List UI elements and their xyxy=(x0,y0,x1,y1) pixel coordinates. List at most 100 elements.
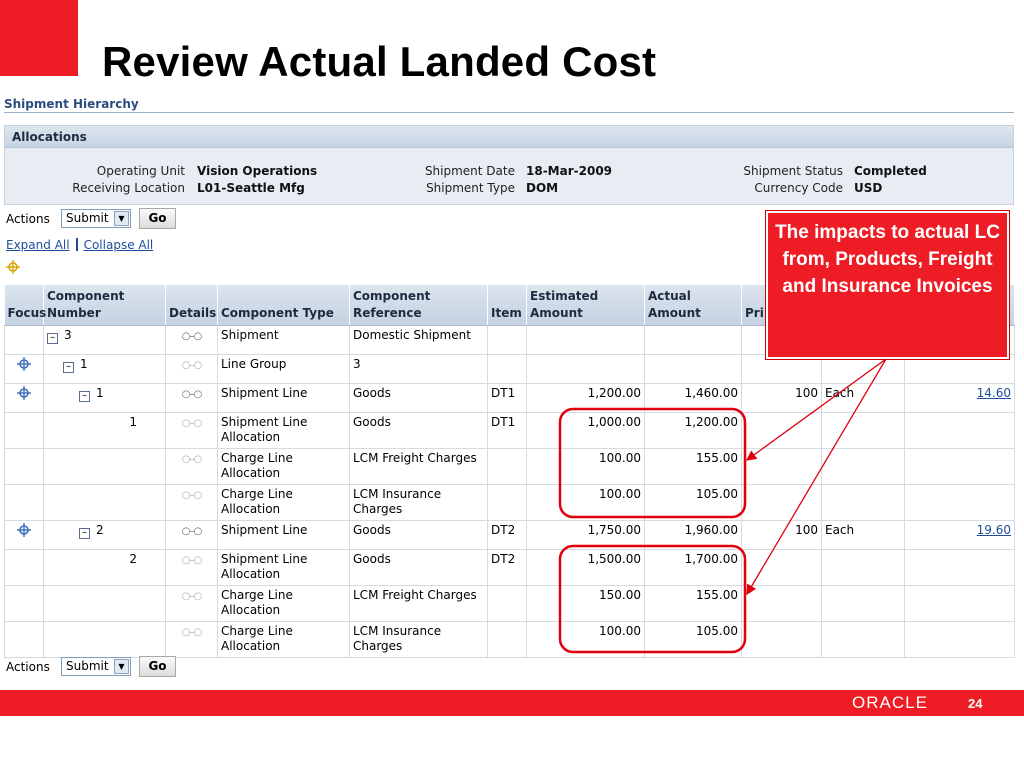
cell-details[interactable]: ○–○ xyxy=(165,620,218,658)
chevron-down-icon[interactable]: ▼ xyxy=(114,211,129,226)
minus-box-icon[interactable]: – xyxy=(63,361,74,373)
go-button[interactable]: Go xyxy=(139,656,176,677)
cell-actual-amount xyxy=(644,353,742,384)
cell-item xyxy=(487,584,527,622)
cell-unit-cost xyxy=(904,411,1015,449)
cell-uom xyxy=(821,584,905,622)
cell-component-number: –2 xyxy=(43,519,166,550)
cell-component-number xyxy=(43,620,166,658)
cell-details[interactable]: ○–○ xyxy=(165,324,218,355)
currency-code-label: Currency Code xyxy=(754,181,843,195)
table-row: –1 ○–○ Shipment Line Goods DT1 1,200.00 1,460.… xyxy=(4,382,1015,413)
cell-item xyxy=(487,324,527,355)
col-focus: Focus xyxy=(4,285,46,326)
cell-details[interactable]: ○–○ xyxy=(165,382,218,413)
cell-primary-qty xyxy=(741,584,822,622)
cell-focus xyxy=(4,620,44,658)
cell-focus xyxy=(4,411,44,449)
glasses-icon[interactable]: ○–○ xyxy=(182,454,202,465)
cell-item xyxy=(487,483,527,521)
slide-title: Review Actual Landed Cost xyxy=(102,38,657,85)
cell-details[interactable]: ○–○ xyxy=(165,548,218,586)
glasses-icon[interactable]: ○–○ xyxy=(182,627,202,638)
cell-component-reference: LCM Insurance Charges xyxy=(349,483,488,521)
cell-component-number xyxy=(43,584,166,622)
cell-estimated-amount: 100.00 xyxy=(526,483,645,521)
glasses-icon[interactable]: ○–○ xyxy=(182,360,202,371)
minus-box-icon[interactable]: – xyxy=(79,390,90,402)
cell-component-reference: LCM Insurance Charges xyxy=(349,620,488,658)
actions-select[interactable]: Submit ▼ xyxy=(61,209,131,228)
component-number-text: 1 xyxy=(80,356,88,371)
chevron-down-icon[interactable]: ▼ xyxy=(114,659,129,674)
operating-unit-value: Vision Operations xyxy=(197,164,318,178)
cell-focus xyxy=(4,324,44,355)
shipment-type-value: DOM xyxy=(526,181,559,195)
glasses-icon[interactable]: ○–○ xyxy=(182,331,202,342)
cell-component-reference: LCM Freight Charges xyxy=(349,447,488,485)
cell-details[interactable]: ○–○ xyxy=(165,519,218,550)
focus-crosshair-icon[interactable] xyxy=(17,522,31,537)
cell-focus xyxy=(4,353,44,384)
cell-component-number: 1 xyxy=(43,411,166,449)
shipment-type-label: Shipment Type xyxy=(426,181,515,195)
cell-details[interactable]: ○–○ xyxy=(165,353,218,384)
glasses-icon[interactable]: ○–○ xyxy=(182,389,202,400)
cell-item: DT2 xyxy=(487,519,527,550)
actions-label: Actions xyxy=(6,660,50,674)
minus-box-icon[interactable]: – xyxy=(47,332,58,344)
table-row: ○–○ Charge Line Allocation LCM Freight Cha… xyxy=(4,447,1015,485)
cell-component-type: Charge Line Allocation xyxy=(217,447,350,485)
cell-actual-amount: 1,960.00 xyxy=(644,519,742,550)
glasses-icon[interactable]: ○–○ xyxy=(182,526,202,537)
cell-component-reference: Goods xyxy=(349,519,488,550)
receiving-location-value: L01-Seattle Mfg xyxy=(197,181,305,195)
cell-component-type: Shipment Line xyxy=(217,382,350,413)
cell-item: DT2 xyxy=(487,548,527,586)
glasses-icon[interactable]: ○–○ xyxy=(182,591,202,602)
cell-details[interactable]: ○–○ xyxy=(165,483,218,521)
cell-primary-qty xyxy=(741,447,822,485)
cell-item xyxy=(487,447,527,485)
cell-component-number: –1 xyxy=(43,353,166,384)
expand-all-link[interactable]: Expand All xyxy=(6,238,70,252)
cell-uom: Each xyxy=(821,519,905,550)
glasses-icon[interactable]: ○–○ xyxy=(182,490,202,501)
cell-uom xyxy=(821,447,905,485)
cell-details[interactable]: ○–○ xyxy=(165,584,218,622)
breadcrumb-shipment-hierarchy[interactable]: Shipment Hierarchy xyxy=(4,97,139,111)
cell-unit-cost[interactable]: 14.60 xyxy=(904,382,1015,413)
focus-crosshair-icon[interactable] xyxy=(17,385,31,400)
glasses-icon[interactable]: ○–○ xyxy=(182,555,202,566)
cell-component-reference: Goods xyxy=(349,382,488,413)
cell-details[interactable]: ○–○ xyxy=(165,447,218,485)
cell-component-number xyxy=(43,483,166,521)
unit-cost-link[interactable]: 19.60 xyxy=(977,523,1011,537)
component-number-text: 3 xyxy=(64,327,72,342)
focus-crosshair-icon[interactable] xyxy=(6,260,20,274)
cell-component-reference: Goods xyxy=(349,411,488,449)
currency-code-value: USD xyxy=(854,181,883,195)
cell-component-number: 2 xyxy=(43,548,166,586)
cell-unit-cost[interactable]: 19.60 xyxy=(904,519,1015,550)
component-number-text: 1 xyxy=(96,385,104,400)
cell-component-reference: Domestic Shipment xyxy=(349,324,488,355)
unit-cost-link[interactable]: 14.60 xyxy=(977,386,1011,400)
cell-item: DT1 xyxy=(487,382,527,413)
cell-details[interactable]: ○–○ xyxy=(165,411,218,449)
cell-component-number xyxy=(43,447,166,485)
cell-estimated-amount: 100.00 xyxy=(526,620,645,658)
cell-component-type: Charge Line Allocation xyxy=(217,483,350,521)
go-button[interactable]: Go xyxy=(139,208,176,229)
focus-crosshair-icon[interactable] xyxy=(17,356,31,371)
cell-estimated-amount: 1,000.00 xyxy=(526,411,645,449)
glasses-icon[interactable]: ○–○ xyxy=(182,418,202,429)
actions-select[interactable]: Submit ▼ xyxy=(61,657,131,676)
minus-box-icon[interactable]: – xyxy=(79,527,90,539)
allocations-header: Allocations xyxy=(5,126,1013,148)
collapse-all-link[interactable]: Collapse All xyxy=(84,238,154,252)
cell-focus xyxy=(4,584,44,622)
table-row: –2 ○–○ Shipment Line Goods DT2 1,750.00 1,960.… xyxy=(4,519,1015,550)
col-component-type: Component Type xyxy=(217,285,350,326)
cell-component-reference: Goods xyxy=(349,548,488,586)
